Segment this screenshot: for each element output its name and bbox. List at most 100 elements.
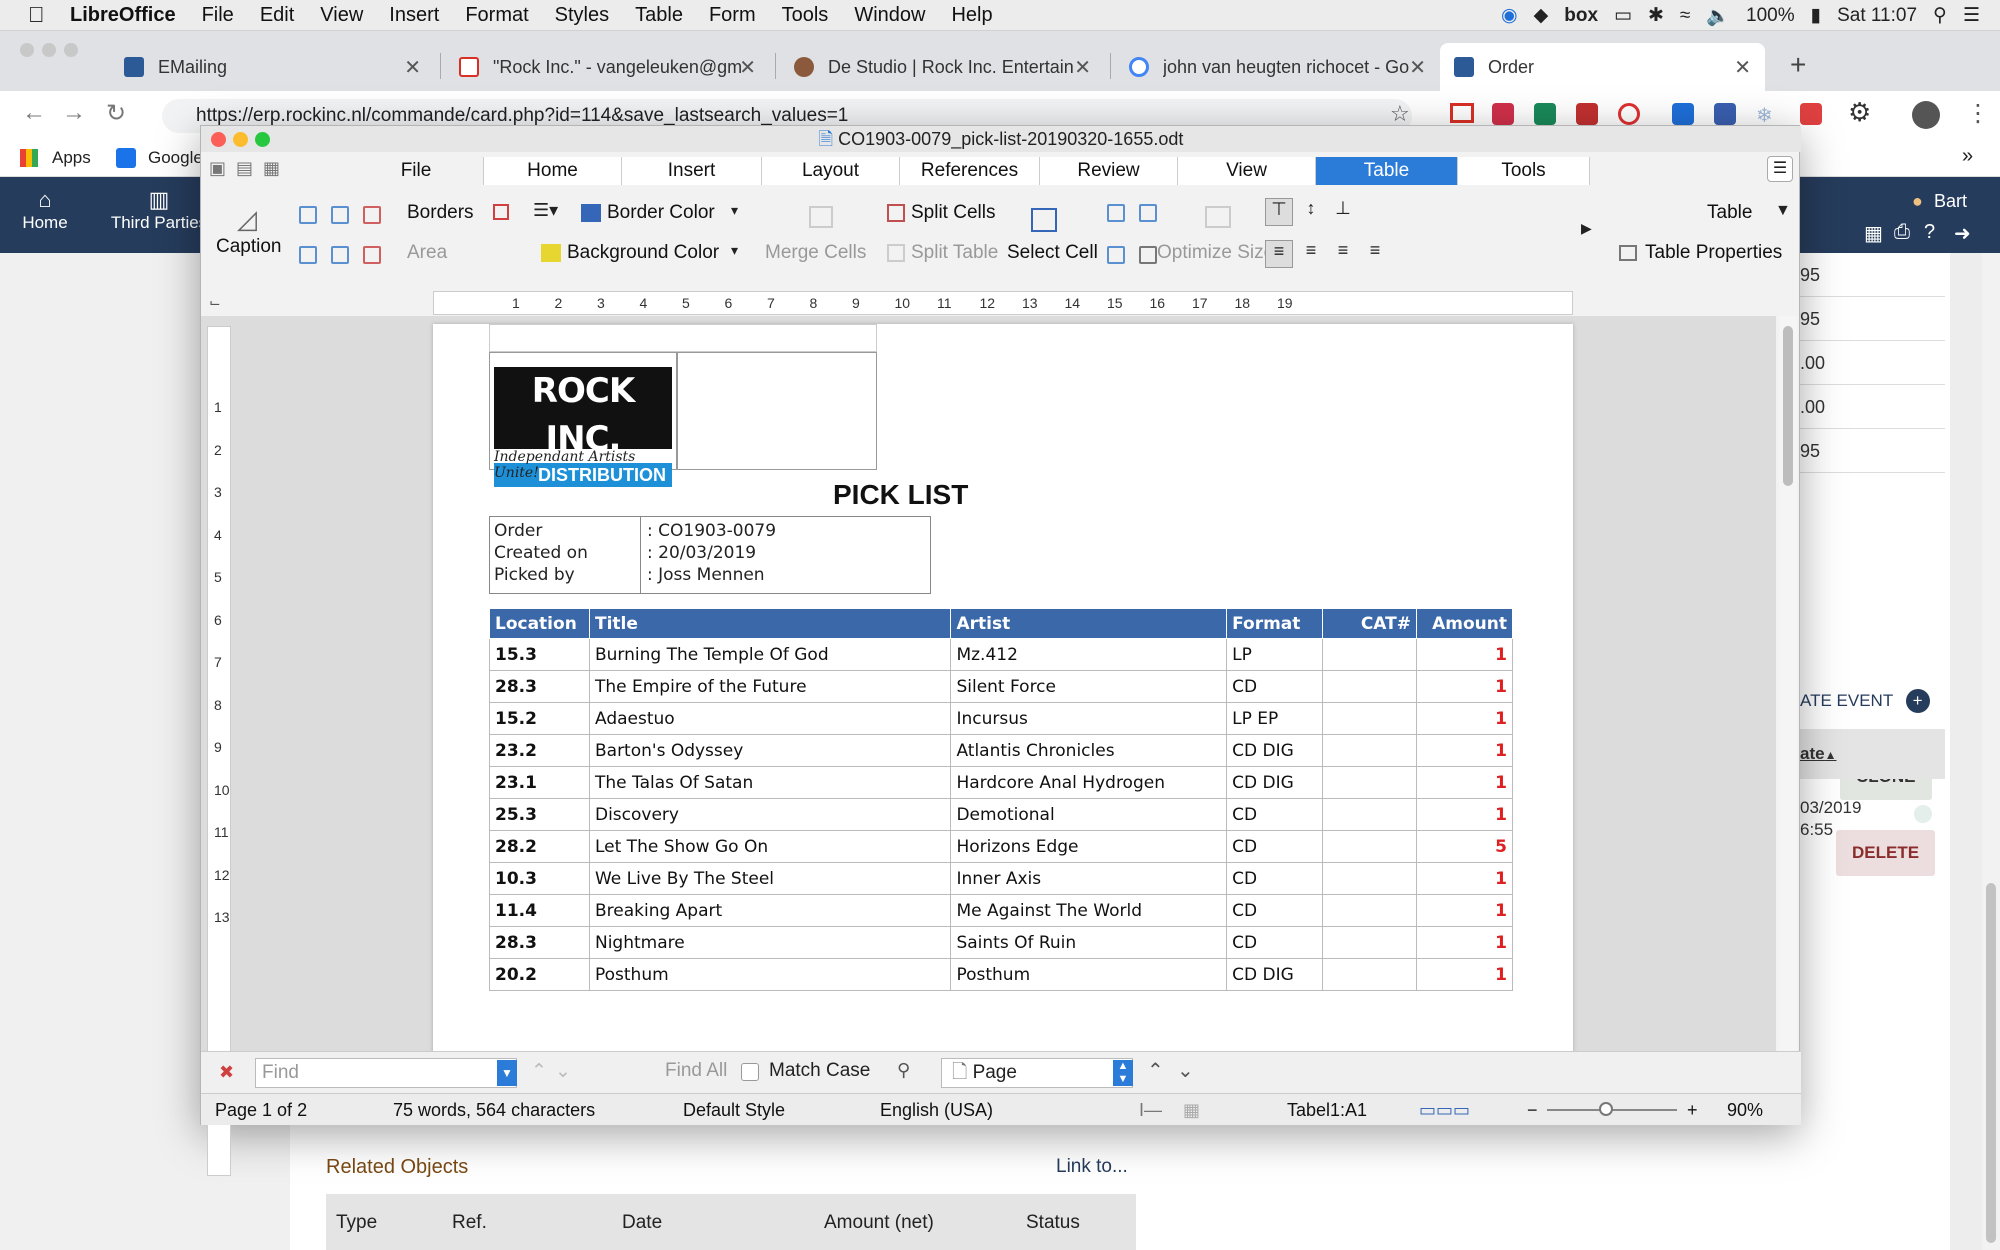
split-cells-icon[interactable] — [887, 204, 905, 222]
format-cell[interactable]: CD DIG — [1226, 766, 1324, 799]
menu-help[interactable]: Help — [938, 4, 1005, 27]
menu-view[interactable]: View — [307, 4, 376, 27]
amount-cell[interactable]: 1 — [1415, 734, 1514, 767]
split-cells-button[interactable]: Split Cells — [911, 202, 995, 224]
view-layout-icons[interactable]: ▭▭▭ — [1419, 1100, 1470, 1121]
title-cell[interactable]: Discovery — [588, 798, 952, 831]
browser-tab-studio[interactable]: De Studio | Rock Inc. Entertain ✕ — [780, 43, 1105, 91]
cat-cell[interactable] — [1322, 862, 1417, 895]
box-icon[interactable]: box — [1564, 5, 1598, 27]
align-top-icon[interactable]: ⊤ — [1265, 198, 1293, 226]
insert-column-icon[interactable] — [331, 206, 349, 224]
close-icon[interactable]: ✕ — [1734, 55, 1751, 80]
browser-tab-order[interactable]: Order ✕ — [1440, 43, 1765, 91]
find-next-icon[interactable]: ⌄ — [555, 1060, 571, 1083]
erp-nav-third-parties[interactable]: ▥ Third Parties — [104, 187, 214, 233]
word-count[interactable]: 75 words, 564 characters — [393, 1100, 595, 1121]
amount-cell[interactable]: 1 — [1415, 958, 1514, 991]
bookmarks-more-icon[interactable]: » — [1962, 145, 1973, 168]
tab-references[interactable]: References — [900, 157, 1040, 185]
menu-file[interactable]: File — [189, 4, 247, 27]
border-color-icon[interactable] — [581, 204, 601, 222]
battery-text[interactable]: 100% — [1746, 5, 1795, 27]
borders-button[interactable]: Borders — [407, 202, 474, 224]
print-icon[interactable]: ⎙ — [1894, 221, 1910, 244]
tab-file[interactable]: File — [349, 157, 484, 185]
location-cell[interactable]: 28.3 — [489, 926, 590, 959]
extension-icon[interactable]: ❄ — [1756, 103, 1778, 127]
optimize-size-button[interactable]: Optimize Size — [1157, 242, 1274, 264]
artist-cell[interactable]: Atlantis Chronicles — [950, 734, 1228, 767]
select-table-icon[interactable] — [1107, 246, 1125, 264]
menu-styles[interactable]: Styles — [542, 4, 622, 27]
volume-icon[interactable]: 🔈 — [1706, 4, 1730, 28]
format-cell[interactable]: LP EP — [1226, 702, 1324, 735]
amount-cell[interactable]: 1 — [1415, 926, 1514, 959]
forward-icon[interactable]: → — [62, 99, 86, 127]
artist-cell[interactable]: Mz.412 — [950, 638, 1228, 671]
title-cell[interactable]: Adaestuo — [588, 702, 952, 735]
background-color-button[interactable]: Background Color — [567, 242, 719, 264]
location-cell[interactable]: 11.4 — [489, 894, 590, 927]
location-cell[interactable]: 25.3 — [489, 798, 590, 831]
background-color-icon[interactable] — [541, 244, 561, 262]
amount-cell[interactable]: 1 — [1415, 798, 1514, 831]
split-table-button[interactable]: Split Table — [911, 242, 998, 264]
clock[interactable]: Sat 11:07 — [1837, 5, 1917, 27]
optimize-size-icon[interactable] — [1205, 206, 1231, 228]
title-cell[interactable]: Barton's Odyssey — [588, 734, 952, 767]
bookmark-apps[interactable]: Apps — [52, 148, 91, 168]
split-table-icon[interactable] — [887, 244, 905, 262]
format-cell[interactable]: CD — [1226, 894, 1324, 927]
apple-icon[interactable]:  — [28, 4, 50, 26]
date-column-header[interactable]: ate▲ — [1800, 729, 1945, 779]
find-replace-icon[interactable]: ⚲ — [897, 1060, 910, 1081]
delete-rows-icon[interactable] — [363, 206, 381, 224]
close-icon[interactable]: ✕ — [1074, 55, 1091, 80]
line-style-icon[interactable]: ☰▾ — [533, 200, 558, 221]
artist-cell[interactable]: Me Against The World — [950, 894, 1228, 927]
apps-icon[interactable] — [20, 149, 38, 167]
justify-icon[interactable]: ≡ — [1361, 240, 1389, 268]
merge-cells-icon[interactable] — [809, 206, 833, 228]
format-cell[interactable]: CD — [1226, 670, 1324, 703]
menu-app[interactable]: LibreOffice — [50, 4, 189, 27]
settings-icon[interactable]: ⚙ — [1848, 97, 1871, 128]
location-cell[interactable]: 15.3 — [489, 638, 590, 671]
artist-cell[interactable]: Posthum — [950, 958, 1228, 991]
user-name[interactable]: Bart — [1934, 191, 1967, 212]
title-cell[interactable]: We Live By The Steel — [588, 862, 952, 895]
match-case-label[interactable]: Match Case — [769, 1060, 870, 1082]
align-center-v-icon[interactable]: ↕ — [1297, 198, 1325, 226]
amount-cell[interactable]: 1 — [1415, 638, 1514, 671]
bookmark-google[interactable]: Google — [148, 148, 203, 168]
minimize-window-icon[interactable] — [233, 132, 248, 147]
browser-tab-google[interactable]: john van heugten richocet - Go ✕ — [1115, 43, 1440, 91]
find-dropdown-icon[interactable]: ▼ — [497, 1060, 517, 1086]
select-cell-icon[interactable] — [1031, 208, 1057, 232]
menu-edit[interactable]: Edit — [247, 4, 307, 27]
artist-cell[interactable]: Demotional — [950, 798, 1228, 831]
find-input[interactable]: Find — [255, 1058, 517, 1088]
tab-stop-icon[interactable]: ⌙ — [209, 294, 221, 311]
nav-up-icon[interactable]: ⌃ — [1147, 1058, 1164, 1083]
zoom-window-icon[interactable] — [255, 132, 270, 147]
format-cell[interactable]: CD — [1226, 798, 1324, 831]
zoom-level[interactable]: 90% — [1727, 1100, 1763, 1121]
select-cell-button[interactable]: Select Cell — [1007, 242, 1098, 264]
cat-cell[interactable] — [1322, 958, 1417, 991]
artist-cell[interactable]: Saints Of Ruin — [950, 926, 1228, 959]
artist-cell[interactable]: Inner Axis — [950, 862, 1228, 895]
amount-cell[interactable]: 5 — [1415, 830, 1514, 863]
close-icon[interactable]: ✕ — [404, 55, 421, 80]
close-icon[interactable]: ✕ — [1409, 55, 1426, 80]
extension-icon[interactable] — [1714, 103, 1736, 125]
title-cell[interactable]: The Talas Of Satan — [588, 766, 952, 799]
format-cell[interactable]: CD — [1226, 830, 1324, 863]
window-close-dot[interactable] — [20, 43, 34, 57]
artist-cell[interactable]: Hardcore Anal Hydrogen — [950, 766, 1228, 799]
teamviewer-icon[interactable]: ◉ — [1501, 4, 1518, 27]
link-to-button[interactable]: Link to... — [1056, 1156, 1128, 1178]
help-icon[interactable]: ? — [1924, 221, 1935, 244]
merge-cells-button[interactable]: Merge Cells — [765, 242, 866, 264]
